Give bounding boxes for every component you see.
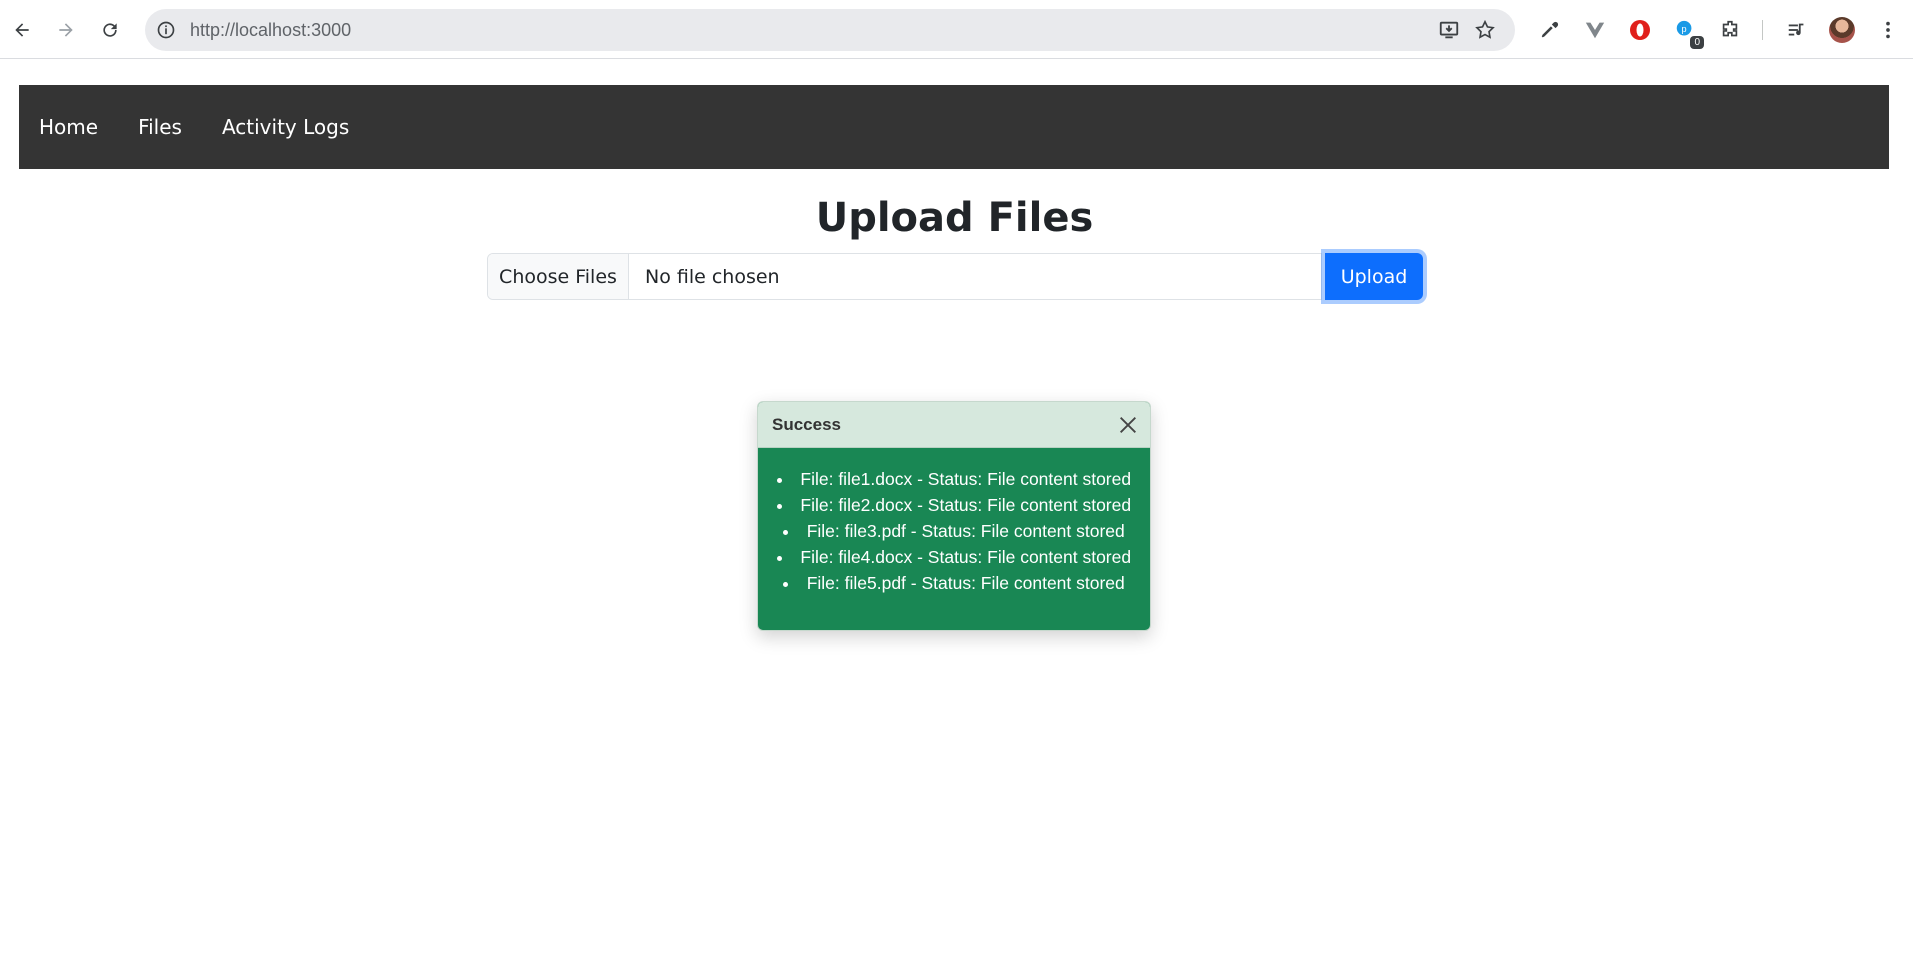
nav-link-home[interactable]: Home	[39, 115, 98, 139]
extensions-puzzle-icon[interactable]	[1717, 17, 1743, 43]
vue-devtools-extension-icon[interactable]	[1582, 17, 1608, 43]
toast-header: Success	[758, 402, 1150, 448]
upload-form: Choose Files No file chosen Upload	[487, 253, 1423, 300]
toast-message: File: file3.pdf - Status: File content s…	[768, 518, 1140, 544]
toast-message: File: file5.pdf - Status: File content s…	[768, 570, 1140, 596]
toast-message-list: File: file1.docx - Status: File content …	[768, 466, 1140, 596]
back-arrow-icon[interactable]	[6, 14, 38, 46]
nav-link-activity-logs[interactable]: Activity Logs	[222, 115, 349, 139]
toast-message: File: file4.docx - Status: File content …	[768, 544, 1140, 570]
app-navbar: Home Files Activity Logs	[19, 85, 1889, 169]
file-input[interactable]: Choose Files No file chosen	[487, 253, 1322, 300]
profile-avatar[interactable]	[1829, 17, 1855, 43]
svg-text:p: p	[1682, 24, 1687, 34]
toast-title: Success	[772, 414, 841, 434]
bookmark-star-icon[interactable]	[1473, 18, 1497, 42]
address-bar[interactable]: http://localhost:3000	[145, 9, 1515, 51]
site-info-icon[interactable]	[154, 18, 178, 42]
badge-extension-icon[interactable]: p 0	[1672, 17, 1704, 49]
toolbar-divider	[1762, 20, 1763, 40]
upload-button[interactable]: Upload	[1325, 253, 1423, 300]
toast-message: File: file1.docx - Status: File content …	[768, 466, 1140, 492]
media-controls-icon[interactable]	[1784, 17, 1810, 43]
choose-files-button[interactable]: Choose Files	[488, 254, 629, 299]
page-title: Upload Files	[815, 195, 1094, 241]
reload-icon[interactable]	[94, 14, 126, 46]
toast-body: File: file1.docx - Status: File content …	[758, 448, 1150, 606]
opera-extension-icon[interactable]	[1627, 17, 1653, 43]
close-icon[interactable]	[1116, 413, 1140, 437]
file-status-text: No file chosen	[645, 265, 780, 288]
extension-count-badge: 0	[1690, 36, 1704, 49]
eyedropper-extension-icon[interactable]	[1537, 17, 1563, 43]
install-app-icon[interactable]	[1437, 18, 1461, 42]
url-text[interactable]: http://localhost:3000	[190, 20, 351, 41]
nav-link-files[interactable]: Files	[138, 115, 182, 139]
success-toast: Success File: file1.docx - Status: File …	[757, 401, 1151, 631]
toast-message: File: file2.docx - Status: File content …	[768, 492, 1140, 518]
forward-arrow-icon[interactable]	[50, 14, 82, 46]
kebab-menu-icon[interactable]	[1875, 17, 1901, 43]
browser-toolbar: http://localhost:3000 p 0	[0, 0, 1913, 59]
